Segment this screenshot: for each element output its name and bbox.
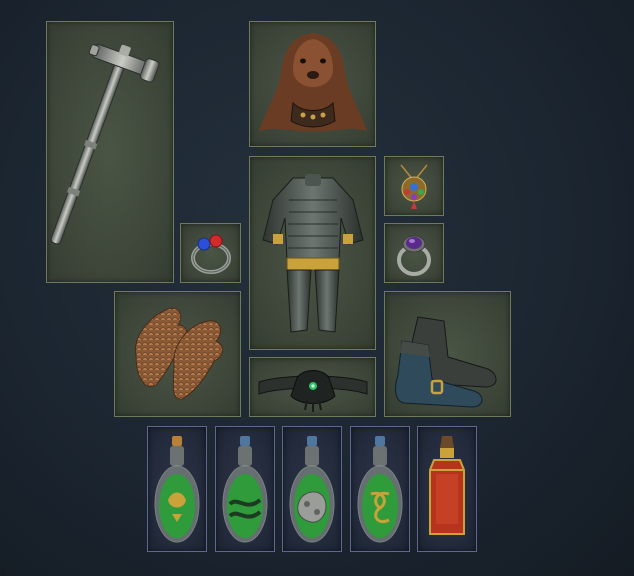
plate-armour-icon	[261, 174, 364, 333]
green-flask-knot-icon	[357, 436, 403, 543]
flask-slot-5[interactable]	[417, 426, 477, 552]
belt-slot[interactable]	[249, 357, 376, 417]
flask-slot-4[interactable]	[350, 426, 410, 552]
ring-right-slot[interactable]	[384, 223, 444, 283]
dark-belt-icon	[258, 370, 367, 412]
weapon-slot[interactable]	[46, 21, 174, 283]
flask-slot-2[interactable]	[215, 426, 275, 552]
amethyst-ring-icon	[397, 235, 431, 276]
helmet-slot[interactable]	[249, 21, 376, 147]
flask-slot-3[interactable]	[282, 426, 342, 552]
red-bottle-flask-icon	[429, 436, 465, 535]
gloves-slot[interactable]	[114, 291, 241, 417]
boots-slot[interactable]	[384, 291, 511, 417]
jeweled-amulet-icon	[400, 164, 428, 209]
ring-left-slot[interactable]	[180, 223, 241, 283]
war-hammer-icon	[50, 43, 160, 245]
flask-slot-1[interactable]	[147, 426, 207, 552]
green-flask-emblem-icon	[154, 436, 200, 543]
scale-gloves-icon	[134, 307, 223, 400]
bear-pelt-helmet-icon	[258, 33, 367, 132]
green-flask-stone-icon	[289, 436, 335, 543]
amulet-slot[interactable]	[384, 156, 444, 216]
body-armour-slot[interactable]	[249, 156, 376, 350]
gemmed-ring-icon	[190, 234, 231, 274]
green-flask-wave-icon	[222, 436, 268, 543]
leather-boots-icon	[394, 316, 496, 408]
